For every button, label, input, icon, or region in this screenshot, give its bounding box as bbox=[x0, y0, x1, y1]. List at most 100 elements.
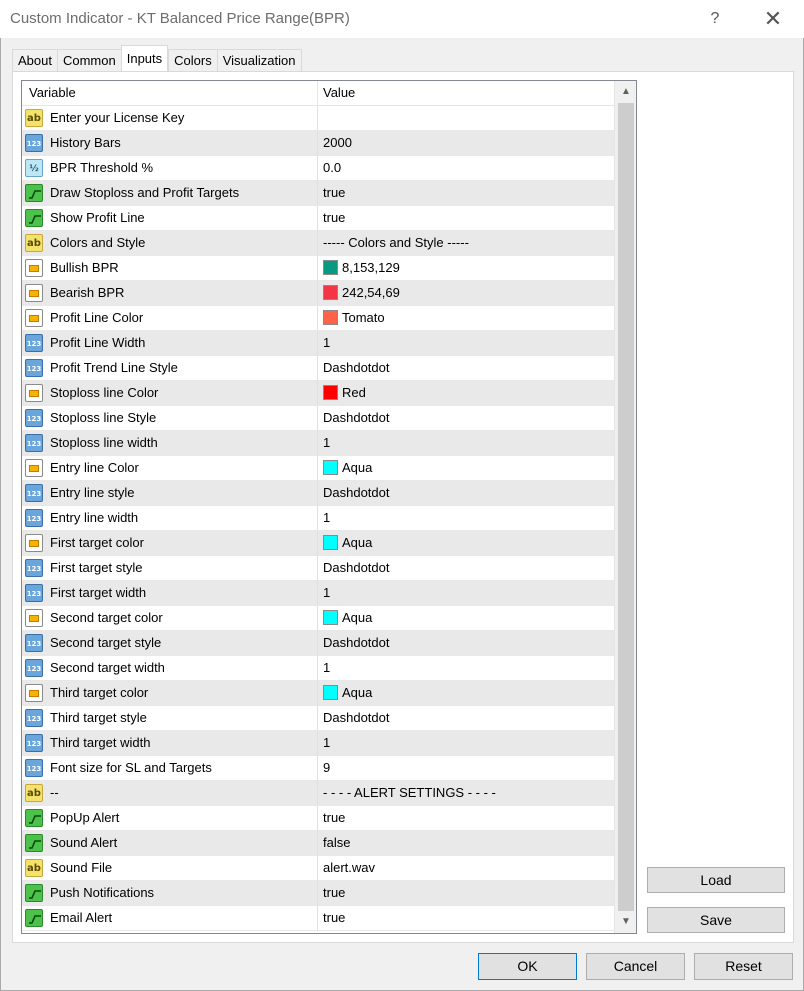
table-row[interactable]: 123 Second target width 1 bbox=[22, 656, 614, 681]
table-row[interactable]: Profit Line Color Tomato bbox=[22, 306, 614, 331]
table-row[interactable]: ½ BPR Threshold % 0.0 bbox=[22, 156, 614, 181]
color-swatch bbox=[323, 685, 338, 700]
value-cell[interactable]: Aqua bbox=[318, 606, 614, 630]
value-cell[interactable]: 1 bbox=[318, 581, 614, 605]
table-row[interactable]: 123 History Bars 2000 bbox=[22, 131, 614, 156]
column-header-variable[interactable]: Variable bbox=[22, 81, 318, 106]
save-button[interactable]: Save bbox=[647, 907, 785, 933]
table-row[interactable]: Sound Alert false bbox=[22, 831, 614, 856]
value-text: Aqua bbox=[342, 460, 373, 475]
table-row[interactable]: Entry line Color Aqua bbox=[22, 456, 614, 481]
value-cell[interactable]: Red bbox=[318, 381, 614, 405]
variable-label: Font size for SL and Targets bbox=[50, 760, 212, 775]
value-cell[interactable]: Dashdotdot bbox=[318, 706, 614, 730]
value-cell[interactable]: 8,153,129 bbox=[318, 256, 614, 280]
scrollbar-thumb[interactable] bbox=[618, 103, 634, 911]
value-text: 242,54,69 bbox=[342, 285, 400, 300]
table-row[interactable]: 123 Stoploss line Style Dashdotdot bbox=[22, 406, 614, 431]
variable-label: Second target color bbox=[50, 610, 163, 625]
value-cell[interactable]: true bbox=[318, 806, 614, 830]
variable-label: Stoploss line Color bbox=[50, 385, 159, 400]
table-row[interactable]: ab Sound File alert.wav bbox=[22, 856, 614, 881]
value-text: true bbox=[323, 910, 346, 925]
value-cell[interactable]: 1 bbox=[318, 506, 614, 530]
table-row[interactable]: 123 Third target width 1 bbox=[22, 731, 614, 756]
table-row[interactable]: Bearish BPR 242,54,69 bbox=[22, 281, 614, 306]
ok-button[interactable]: OK bbox=[478, 953, 577, 980]
reset-button[interactable]: Reset bbox=[694, 953, 793, 980]
value-cell[interactable]: 2000 bbox=[318, 131, 614, 155]
table-row[interactable]: First target color Aqua bbox=[22, 531, 614, 556]
variable-label: Stoploss line width bbox=[50, 435, 158, 450]
value-cell[interactable]: true bbox=[318, 181, 614, 205]
scroll-up-arrow-icon[interactable]: ▲ bbox=[615, 81, 636, 103]
tab-visualization[interactable]: Visualization bbox=[216, 49, 302, 71]
variable-label: Third target color bbox=[50, 685, 149, 700]
table-row[interactable]: Show Profit Line true bbox=[22, 206, 614, 231]
value-cell[interactable]: alert.wav bbox=[318, 856, 614, 880]
value-cell[interactable]: Aqua bbox=[318, 456, 614, 480]
value-cell[interactable]: Dashdotdot bbox=[318, 556, 614, 580]
table-row[interactable]: ab Enter your License Key bbox=[22, 106, 614, 131]
table-row[interactable]: 123 Entry line width 1 bbox=[22, 506, 614, 531]
cancel-button[interactable]: Cancel bbox=[586, 953, 685, 980]
value-cell[interactable]: false bbox=[318, 831, 614, 855]
value-cell[interactable]: true bbox=[318, 906, 614, 930]
color-swatch bbox=[323, 460, 338, 475]
variable-label: Profit Trend Line Style bbox=[50, 360, 178, 375]
table-row[interactable]: 123 Third target style Dashdotdot bbox=[22, 706, 614, 731]
value-cell[interactable]: Dashdotdot bbox=[318, 356, 614, 380]
help-button[interactable]: ? bbox=[700, 4, 730, 34]
tab-colors[interactable]: Colors bbox=[168, 49, 217, 71]
table-row[interactable]: PopUp Alert true bbox=[22, 806, 614, 831]
integer-icon: 123 bbox=[25, 359, 43, 377]
vertical-scrollbar[interactable]: ▲ ▼ bbox=[614, 81, 636, 933]
table-row[interactable]: ab -- - - - - ALERT SETTINGS - - - - bbox=[22, 781, 614, 806]
tab-about[interactable]: About bbox=[12, 49, 57, 71]
table-row[interactable]: 123 Second target style Dashdotdot bbox=[22, 631, 614, 656]
value-cell[interactable]: 1 bbox=[318, 331, 614, 355]
value-cell[interactable]: 9 bbox=[318, 756, 614, 780]
table-row[interactable]: Second target color Aqua bbox=[22, 606, 614, 631]
value-cell[interactable]: Aqua bbox=[318, 681, 614, 705]
value-cell[interactable]: 1 bbox=[318, 731, 614, 755]
value-cell[interactable]: Dashdotdot bbox=[318, 406, 614, 430]
table-row[interactable]: Bullish BPR 8,153,129 bbox=[22, 256, 614, 281]
tab-inputs[interactable]: Inputs bbox=[120, 45, 169, 71]
table-row[interactable]: 123 Profit Trend Line Style Dashdotdot bbox=[22, 356, 614, 381]
table-row[interactable]: 123 Entry line style Dashdotdot bbox=[22, 481, 614, 506]
table-row[interactable]: 123 Font size for SL and Targets 9 bbox=[22, 756, 614, 781]
value-cell[interactable]: 242,54,69 bbox=[318, 281, 614, 305]
table-row[interactable]: Stoploss line Color Red bbox=[22, 381, 614, 406]
color-swatch bbox=[323, 610, 338, 625]
value-cell[interactable]: - - - - ALERT SETTINGS - - - - bbox=[318, 781, 614, 805]
value-cell[interactable]: Dashdotdot bbox=[318, 631, 614, 655]
close-button[interactable]: ✕ bbox=[752, 4, 794, 34]
table-row[interactable]: Draw Stoploss and Profit Targets true bbox=[22, 181, 614, 206]
value-cell[interactable] bbox=[318, 106, 614, 130]
value-cell[interactable]: Dashdotdot bbox=[318, 481, 614, 505]
table-row[interactable]: 123 First target style Dashdotdot bbox=[22, 556, 614, 581]
value-cell[interactable]: 1 bbox=[318, 656, 614, 680]
tab-common[interactable]: Common bbox=[56, 49, 121, 71]
grid-rows: ab Enter your License Key 123 History Bars 2… bbox=[22, 106, 614, 931]
table-row[interactable]: Push Notifications true bbox=[22, 881, 614, 906]
value-cell[interactable]: 1 bbox=[318, 431, 614, 455]
column-header-value[interactable]: Value bbox=[318, 81, 614, 106]
value-cell[interactable]: true bbox=[318, 881, 614, 905]
table-row[interactable]: 123 First target width 1 bbox=[22, 581, 614, 606]
scroll-down-arrow-icon[interactable]: ▼ bbox=[615, 911, 636, 933]
table-row[interactable]: Third target color Aqua bbox=[22, 681, 614, 706]
variable-label: First target width bbox=[50, 585, 147, 600]
value-cell[interactable]: Aqua bbox=[318, 531, 614, 555]
value-cell[interactable]: 0.0 bbox=[318, 156, 614, 180]
load-button[interactable]: Load bbox=[647, 867, 785, 893]
table-row[interactable]: Email Alert true bbox=[22, 906, 614, 931]
value-cell[interactable]: ----- Colors and Style ----- bbox=[318, 231, 614, 255]
table-row[interactable]: 123 Stoploss line width 1 bbox=[22, 431, 614, 456]
value-cell[interactable]: true bbox=[318, 206, 614, 230]
integer-icon: 123 bbox=[25, 134, 43, 152]
value-cell[interactable]: Tomato bbox=[318, 306, 614, 330]
table-row[interactable]: 123 Profit Line Width 1 bbox=[22, 331, 614, 356]
table-row[interactable]: ab Colors and Style ----- Colors and Style… bbox=[22, 231, 614, 256]
